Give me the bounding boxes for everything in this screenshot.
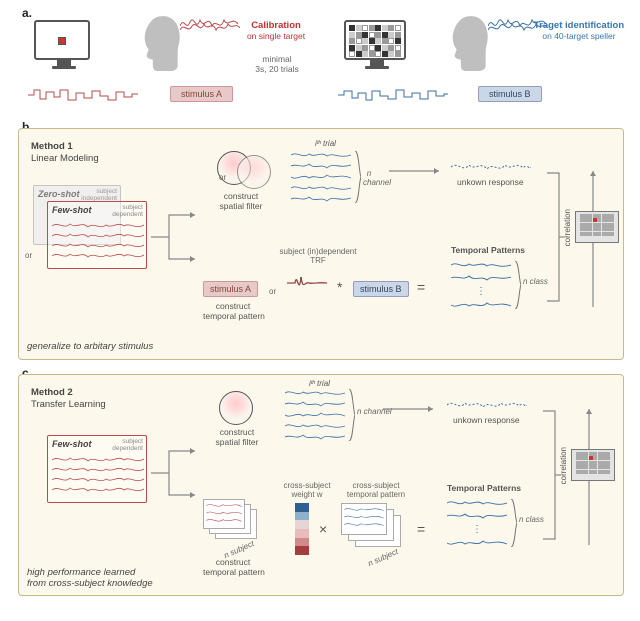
target-subtitle: on 40-target speller <box>524 31 634 41</box>
or-label-1: or <box>25 251 32 260</box>
few-shot-box-b: Few-shot subject dependent <box>47 201 147 269</box>
mini-speller-b-icon <box>575 211 619 243</box>
stimulus-b-badge-b: stimulus B <box>353 281 409 297</box>
tp-waves-c-icon: ⋮ <box>447 499 507 547</box>
topomap-icon-b2 <box>237 155 271 189</box>
head-silhouette-blue-icon <box>440 14 492 72</box>
construct-tp-b: construct temporal pattern <box>203 301 263 321</box>
few-shot-waves-icon <box>52 220 144 266</box>
generalize-slogan: generalize to arbitary stimulus <box>27 341 153 352</box>
speller-grid-icon <box>349 25 401 57</box>
trial-waves-b-icon <box>291 151 351 203</box>
nclass-b: n class <box>523 277 548 286</box>
few-shot-sub-b: subject dependent <box>112 204 143 218</box>
monitor-base-icon <box>52 66 76 69</box>
stimulus-a-badge-b: stimulus A <box>203 281 258 297</box>
trf-icon <box>287 267 327 299</box>
section-a: Calibration on single target minimal 3s,… <box>22 14 622 114</box>
trial-waves-c-icon <box>285 389 345 441</box>
target-label: Traget identification on 40-target spell… <box>524 20 634 41</box>
few-shot-sub-c: subject dependent <box>112 438 143 452</box>
cs-tp-label: cross-subject temporal pattern <box>341 481 411 499</box>
correlation-c: correlation <box>559 447 568 484</box>
nclass-c: n class <box>519 515 544 524</box>
nchan-b: n channel <box>363 169 375 187</box>
tp-waves-b-icon: ⋮ <box>451 261 511 309</box>
minimal-text: minimal <box>242 54 312 64</box>
section-c: Method 2 Transfer Learning Few-shot subj… <box>18 374 624 596</box>
times-op-c: × <box>319 521 327 537</box>
weight-column-icon <box>295 503 309 555</box>
calibration-subtitle: on single target <box>226 31 326 41</box>
method2-subtitle: Transfer Learning <box>31 399 106 410</box>
correlation-b: correlation <box>563 209 572 246</box>
brace-nchan-b <box>353 151 361 203</box>
subject-stack-left-icon <box>203 499 259 541</box>
monitor-base-icon <box>365 66 389 69</box>
conv-op-b: * <box>337 279 342 295</box>
calibration-title: Calibration <box>226 20 326 31</box>
arrow-to-unknown-c-icon <box>383 403 439 415</box>
monitor-calibration <box>34 20 90 60</box>
mini-speller-c-icon <box>571 449 615 481</box>
method2-title: Method 2 <box>31 387 73 398</box>
subject-stack-right-icon <box>341 503 403 549</box>
or-label-2: or <box>219 173 226 182</box>
trials-text: 3s, 20 trials <box>242 64 312 74</box>
trf-label-b: subject (in)dependent TRF <box>273 247 363 265</box>
method1-subtitle: Linear Modeling <box>31 153 99 164</box>
few-shot-waves-c-icon <box>52 454 144 500</box>
construct-sf-b: construct spatial filter <box>211 191 271 211</box>
zero-shot-label: Zero-shot <box>38 189 80 199</box>
brace-nclass-b <box>513 261 521 309</box>
stimulus-waveform-b-icon <box>338 88 448 102</box>
cs-weight-label: cross-subject weight w <box>277 481 337 499</box>
or-label-3: or <box>269 287 276 296</box>
arrow-to-unknown-b-icon <box>389 165 445 177</box>
target-dot-icon <box>58 37 66 45</box>
topomap-icon-c <box>219 391 253 425</box>
stimulus-waveform-a-icon <box>28 88 138 102</box>
eq-op-b: = <box>417 279 425 295</box>
construct-tp-c: construct temporal pattern <box>203 557 263 577</box>
head-silhouette-red-icon <box>132 14 184 72</box>
slogan-c: high performance learned from cross-subj… <box>27 567 153 589</box>
unknown-c: unkown response <box>453 415 520 425</box>
stimulus-b-badge: stimulus B <box>478 86 542 102</box>
target-title: Traget identification <box>524 20 634 31</box>
unknown-b: unkown response <box>457 177 524 187</box>
eq-op-c: = <box>417 521 425 537</box>
zero-shot-sub: subject independent <box>81 188 117 202</box>
method1-title: Method 1 <box>31 141 73 152</box>
tp-label-c: Temporal Patterns <box>447 483 521 493</box>
construct-sf-c: construct spatial filter <box>207 427 267 447</box>
tp-label-b: Temporal Patterns <box>451 245 525 255</box>
brace-nchan-c <box>347 389 355 441</box>
unknown-response-wave-b-icon <box>451 159 531 175</box>
few-shot-box-c: Few-shot subject dependent <box>47 435 147 503</box>
few-shot-label-c: Few-shot <box>52 439 92 449</box>
ith-trial-b: iᵗʰ trial <box>315 139 336 148</box>
branch-arrow-b-icon <box>151 207 201 267</box>
stimulus-a-badge: stimulus A <box>170 86 233 102</box>
calibration-label: Calibration on single target <box>226 20 326 41</box>
minimal-label: minimal 3s, 20 trials <box>242 54 312 74</box>
few-shot-label-b: Few-shot <box>52 205 92 215</box>
branch-arrow-c-icon <box>151 443 201 503</box>
unknown-response-wave-c-icon <box>447 397 527 413</box>
ith-trial-c: iᵗʰ trial <box>309 379 330 388</box>
monitor-speller <box>344 20 406 60</box>
section-b: Method 1 Linear Modeling Zero-shot subje… <box>18 128 624 360</box>
brace-nclass-c <box>509 499 517 547</box>
